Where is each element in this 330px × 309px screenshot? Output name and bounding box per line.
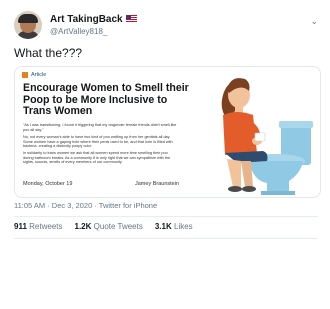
toilet-bowl	[249, 161, 303, 193]
article-author: Jamey Braunstein	[135, 181, 180, 187]
display-name[interactable]: Art TakingBack	[50, 14, 137, 26]
likes-stat[interactable]: 3.1K Likes	[155, 222, 193, 231]
divider	[14, 216, 318, 217]
woman-on-toilet-illustration	[221, 78, 313, 195]
article-date: Monday, October 19	[23, 181, 73, 187]
article-paragraph: No, not every woman's able to have two k…	[23, 135, 173, 149]
woman-shirt	[223, 112, 257, 155]
divider	[14, 238, 318, 239]
retweets-stat[interactable]: 911 Retweets	[14, 222, 63, 231]
article-headline: Encourage Women to Smell their Poop to b…	[23, 82, 189, 117]
us-flag-icon	[125, 14, 137, 22]
article-paragraph: In solidarity to trans women we ask that…	[23, 151, 171, 165]
user-handle[interactable]: @ArtValley818_	[50, 26, 137, 37]
article-tag-icon	[22, 72, 28, 78]
article-tag: Article	[22, 72, 46, 78]
tweet-stats: 911 Retweets 1.2K Quote Tweets 3.1K Like…	[14, 222, 193, 231]
tweet-text: What the???	[14, 46, 83, 60]
tweet-media-image[interactable]: Article Encourage Women to Smell their P…	[14, 66, 321, 198]
author-info: Art TakingBack @ArtValley818_	[50, 14, 137, 37]
tweet-header: Art TakingBack @ArtValley818_	[14, 8, 137, 42]
article-paragraph: "As I was transitioning, I found it trig…	[23, 123, 177, 132]
quote-tweets-stat[interactable]: 1.2K Quote Tweets	[75, 222, 143, 231]
avatar[interactable]	[14, 11, 42, 39]
chevron-down-icon[interactable]: ⌄	[310, 16, 318, 27]
tweet-timestamp[interactable]: 11:05 AM · Dec 3, 2020 · Twitter for iPh…	[14, 201, 157, 210]
